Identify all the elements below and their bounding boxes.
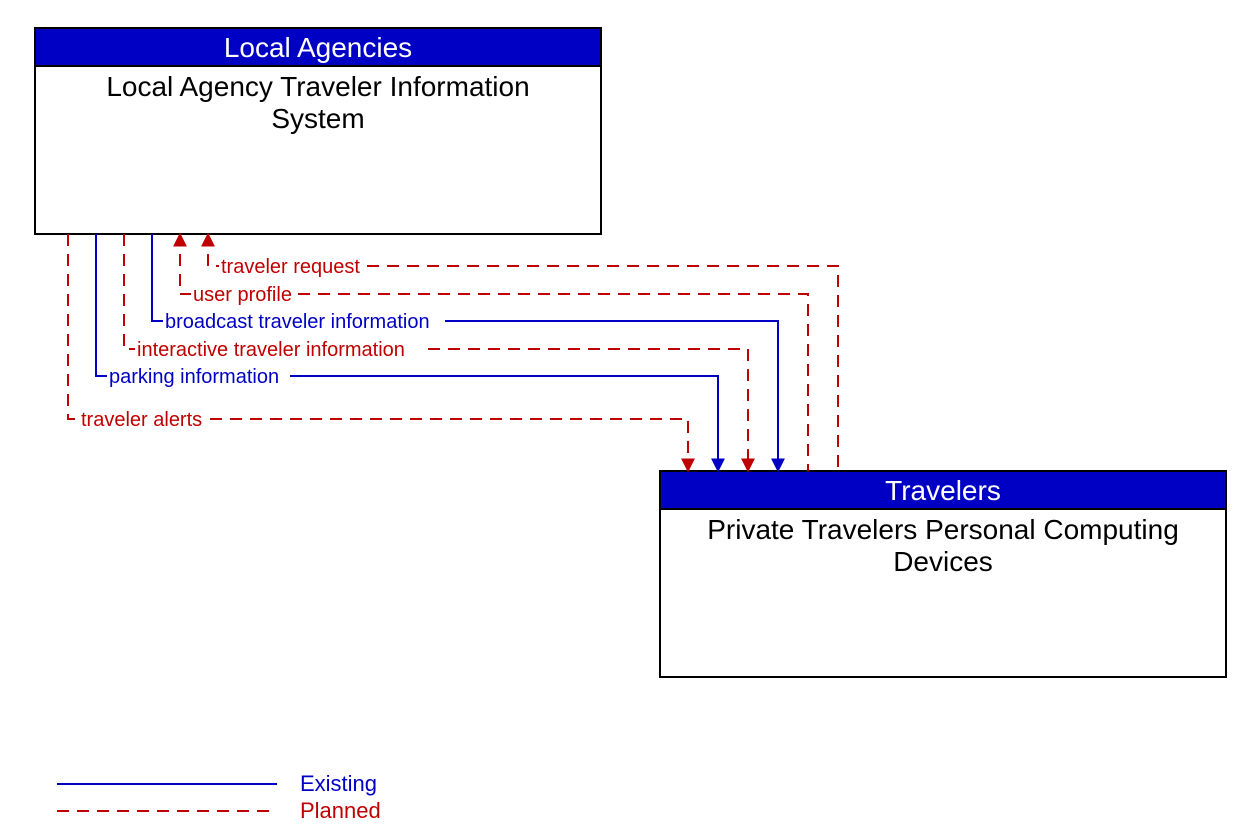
legend: Existing Planned [57, 771, 381, 823]
flow-interactive-traveler-information: interactive traveler information [124, 234, 748, 471]
box-travelers-header: Travelers [885, 475, 1001, 506]
box-travelers-body-line1: Private Travelers Personal Computing [707, 514, 1179, 545]
flow-label-user-profile: user profile [193, 284, 292, 306]
legend-label-existing: Existing [300, 771, 377, 796]
box-local-agencies-body-line2: System [271, 103, 364, 134]
box-travelers: Travelers Private Travelers Personal Com… [660, 471, 1226, 677]
architecture-flow-diagram: Local Agencies Local Agency Traveler Inf… [0, 0, 1252, 836]
flow-label-traveler-request: traveler request [221, 256, 360, 278]
box-local-agencies-body-line1: Local Agency Traveler Information [106, 71, 529, 102]
legend-label-planned: Planned [300, 798, 381, 823]
box-local-agencies-header: Local Agencies [224, 32, 412, 63]
flow-label-interactive: interactive traveler information [137, 339, 405, 361]
box-travelers-body-line2: Devices [893, 546, 993, 577]
flow-label-parking: parking information [109, 366, 279, 388]
flow-label-broadcast: broadcast traveler information [165, 311, 430, 333]
flow-label-traveler-alerts: traveler alerts [81, 409, 202, 431]
box-local-agencies: Local Agencies Local Agency Traveler Inf… [35, 28, 601, 234]
